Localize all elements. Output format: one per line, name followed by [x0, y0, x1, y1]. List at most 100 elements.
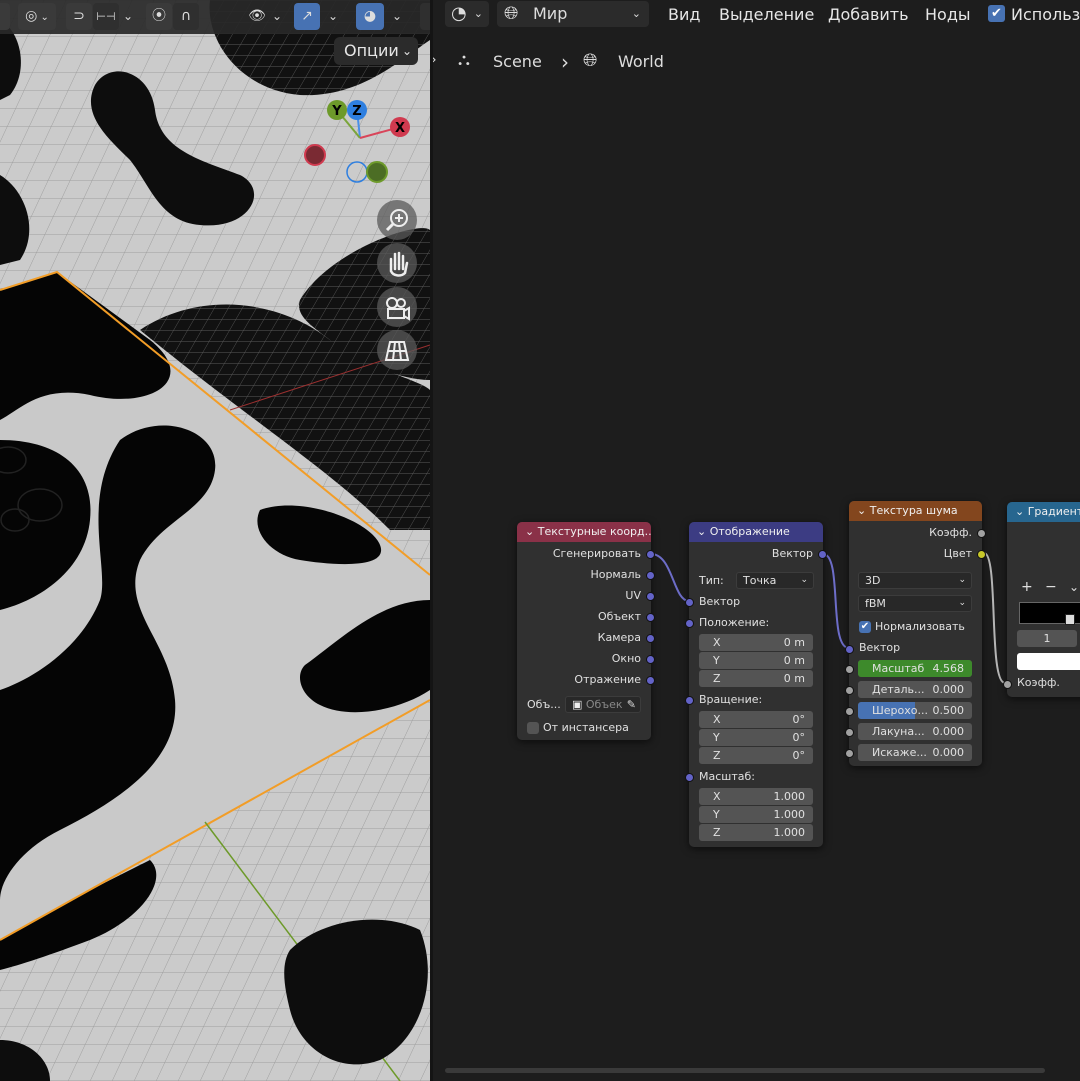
noise-texture-node[interactable]: ⌄ Текстура шума Коэфф. Цвет 3D ⌄ fBM ⌄ ✔ Н… — [845, 501, 986, 766]
snap-target-button[interactable]: ⊢⊣ — [93, 3, 119, 30]
detail-slider[interactable]: Деталь... 0.000 — [858, 681, 972, 698]
rotation-x-field[interactable]: X 0° — [699, 711, 813, 728]
gizmo-neg-y-axis[interactable] — [366, 161, 388, 183]
falloff-button[interactable]: ∩ — [173, 3, 199, 30]
chevron-down-icon: ⌄ — [958, 598, 966, 608]
output-socket[interactable] — [646, 571, 655, 580]
scale-z-field[interactable]: Z 1.000 — [699, 824, 813, 841]
gizmo-neg-z-axis[interactable] — [346, 161, 368, 183]
roughness-slider[interactable]: Шерохо... 0.500 — [858, 702, 972, 719]
stop-index-field[interactable]: 1 — [1017, 630, 1077, 647]
lacunarity-slider[interactable]: Лакуна... 0.000 — [858, 723, 972, 740]
collapse-chevron-icon[interactable]: ⌄ — [525, 525, 538, 538]
snap-dropdown[interactable]: ⌄ — [121, 3, 135, 30]
input-socket[interactable] — [845, 686, 854, 695]
from-instancer-checkbox[interactable] — [527, 722, 539, 734]
rotation-y-field[interactable]: Y 0° — [699, 729, 813, 746]
collapse-chevron-icon[interactable]: ⌄ — [857, 504, 870, 517]
input-socket[interactable] — [1003, 680, 1012, 689]
location-x-field[interactable]: X 0 m — [699, 634, 813, 651]
output-socket[interactable] — [977, 529, 986, 538]
input-socket[interactable] — [845, 728, 854, 737]
node-header[interactable]: ⌄ Текстурные коорд... — [517, 522, 651, 542]
scale-slider[interactable]: Масштаб 4.568 — [858, 660, 972, 677]
input-socket[interactable] — [685, 773, 694, 782]
input-socket[interactable] — [845, 749, 854, 758]
link-mapping-to-noise[interactable] — [822, 553, 850, 649]
visibility-dropdown[interactable]: ⌄ — [270, 3, 284, 30]
chevron-down-icon[interactable]: ⌄ — [1069, 578, 1079, 596]
zoom-button[interactable] — [377, 200, 417, 240]
input-socket[interactable] — [685, 696, 694, 705]
axis-label: Y — [713, 731, 720, 744]
horizontal-scrollbar[interactable] — [445, 1068, 1045, 1073]
input-socket[interactable] — [845, 645, 854, 654]
output-object-label: Объект — [597, 610, 641, 623]
node-header[interactable]: ⌄ Градиент — [1007, 502, 1080, 522]
shader-node-editor[interactable]: ◔ ⌄ 🌐︎ Мир ⌄ Вид Выделение Добавить Ноды… — [433, 0, 1080, 1081]
gizmo-dropdown[interactable]: ⌄ — [326, 3, 340, 30]
noise-type-dropdown[interactable]: fBM ⌄ — [858, 595, 972, 612]
output-socket[interactable] — [646, 592, 655, 601]
noise-type-value: fBM — [865, 597, 886, 610]
location-y-field[interactable]: Y 0 m — [699, 652, 813, 669]
add-stop-button[interactable]: + — [1021, 578, 1033, 596]
object-picker[interactable]: ▣ Объек ✎ — [565, 696, 641, 713]
input-vector-label: Вектор — [699, 595, 741, 608]
overlay-toggle[interactable]: ◕ — [356, 3, 384, 30]
output-socket[interactable] — [646, 676, 655, 685]
navigation-gizmo[interactable]: Y Z X — [295, 90, 425, 190]
editor-type-button[interactable] — [0, 3, 10, 30]
snap-toggle[interactable]: ⊃ — [66, 3, 92, 30]
output-socket[interactable] — [977, 550, 986, 559]
node-header[interactable]: ⌄ Текстура шума — [849, 501, 982, 521]
collapse-chevron-icon[interactable]: ⌄ — [1015, 505, 1028, 518]
xray-toggle[interactable] — [420, 3, 430, 30]
scale-y-field[interactable]: Y 1.000 — [699, 806, 813, 823]
options-dropdown[interactable]: Опции ⌄ — [334, 37, 418, 65]
remove-stop-button[interactable]: − — [1045, 578, 1057, 596]
input-socket[interactable] — [685, 619, 694, 628]
3d-viewport[interactable]: ◎ ⌄ ⊃ ⊢⊣ ⌄ ⦿ ∩ 👁 ⌄ ↗ ⌄ ◕ ⌄ Опции ⌄ Y Z X — [0, 0, 430, 1081]
node-title: Градиент — [1027, 505, 1080, 518]
link-noise-to-ramp[interactable] — [983, 552, 1006, 684]
output-socket[interactable] — [646, 634, 655, 643]
color-stop-handle[interactable] — [1065, 614, 1075, 625]
output-socket[interactable] — [646, 613, 655, 622]
output-socket[interactable] — [646, 550, 655, 559]
pivot-point-button[interactable]: ◎ ⌄ — [18, 3, 56, 30]
stop-color-swatch[interactable] — [1017, 653, 1080, 670]
collapse-chevron-icon[interactable]: ⌄ — [697, 525, 710, 538]
input-socket[interactable] — [845, 665, 854, 674]
gizmo-z-label: Z — [352, 104, 361, 119]
axis-label: X — [713, 636, 721, 649]
gizmo-toggle[interactable]: ↗ — [294, 3, 320, 30]
scale-x-field[interactable]: X 1.000 — [699, 788, 813, 805]
output-socket[interactable] — [646, 655, 655, 664]
location-label: Положение: — [699, 616, 770, 629]
color-ramp-node[interactable]: ⌄ Градиент + − ⌄ 1 Коэфф. — [1003, 502, 1080, 697]
overlay-dropdown[interactable]: ⌄ — [390, 3, 404, 30]
rotation-z-field[interactable]: Z 0° — [699, 747, 813, 764]
visibility-button[interactable]: 👁 — [244, 3, 270, 30]
camera-view-button[interactable] — [377, 287, 417, 327]
output-socket[interactable] — [818, 550, 827, 559]
normalize-checkbox[interactable]: ✔ — [859, 621, 871, 633]
dimensions-dropdown[interactable]: 3D ⌄ — [858, 572, 972, 589]
input-socket[interactable] — [845, 707, 854, 716]
eyedropper-icon[interactable]: ✎ — [627, 697, 636, 712]
location-z-field[interactable]: Z 0 m — [699, 670, 813, 687]
node-header[interactable]: ⌄ Отображение — [689, 522, 823, 542]
mapping-node[interactable]: ⌄ Отображение Вектор Тип: Точка ⌄ Вектор … — [685, 522, 827, 847]
output-generated-label: Сгенерировать — [552, 547, 641, 560]
mapping-type-dropdown[interactable]: Точка ⌄ — [736, 572, 814, 589]
perspective-toggle-button[interactable] — [377, 330, 417, 370]
gizmo-neg-x-axis[interactable] — [304, 144, 326, 166]
proportional-edit-toggle[interactable]: ⦿ — [146, 3, 172, 30]
chevron-down-icon: ⌄ — [800, 575, 808, 585]
pan-button[interactable] — [377, 243, 417, 283]
input-socket[interactable] — [685, 598, 694, 607]
texture-coordinate-node[interactable]: ⌄ Текстурные коорд... Сгенерировать Норм… — [517, 522, 655, 740]
link-generated-to-vector[interactable] — [650, 553, 690, 602]
distortion-slider[interactable]: Искаже... 0.000 — [858, 744, 972, 761]
